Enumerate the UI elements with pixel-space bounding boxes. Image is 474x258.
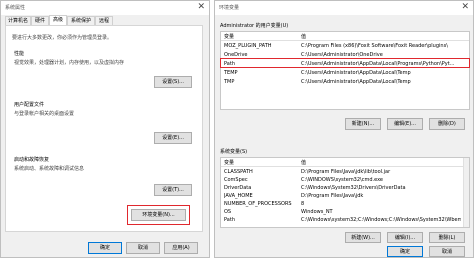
system-properties-titlebar: 系统属性 ✕ bbox=[1, 1, 209, 15]
startup-recovery-description: 系统启动、系统故障和调试信息 bbox=[14, 166, 85, 172]
system-new-button[interactable]: 新建(W)... bbox=[345, 232, 381, 243]
variable-value: Windows_NT bbox=[301, 209, 333, 215]
system-variables-list[interactable]: 变量 值 CLASSPATH D:\Program Files\Java\jdk… bbox=[220, 157, 470, 228]
tab-remote[interactable]: 远程 bbox=[95, 16, 113, 25]
close-icon[interactable]: ✕ bbox=[461, 2, 469, 13]
performance-heading: 性能 bbox=[14, 51, 25, 57]
tab-system-protection[interactable]: 系统保护 bbox=[67, 16, 95, 25]
apply-button[interactable]: 应用(A) bbox=[164, 242, 198, 254]
value-column-header[interactable]: 值 bbox=[301, 33, 306, 40]
performance-description: 视觉效果，处理器计划，内存使用，以及虚拟内存 bbox=[14, 60, 125, 66]
cancel-button[interactable]: 取消 bbox=[126, 242, 160, 254]
variable-name: Path bbox=[224, 217, 235, 223]
variable-name: MOZ_PLUGIN_PATH bbox=[224, 43, 272, 49]
variable-name: DriverData bbox=[224, 185, 252, 191]
variable-value: C:\Users\Administrator\AppData\Local\Tem… bbox=[301, 79, 411, 85]
variable-name: NUMBER_OF_PROCESSORS bbox=[224, 201, 292, 207]
table-row[interactable]: Path C:\Windows\system32;C:\Windows;C:\W… bbox=[221, 216, 464, 224]
value-column-header[interactable]: 值 bbox=[301, 159, 306, 166]
table-row[interactable]: MOZ_PLUGIN_PATH C:\Program Files (x86)\F… bbox=[221, 42, 464, 50]
user-delete-button[interactable]: 删除(D) bbox=[429, 118, 465, 130]
close-icon[interactable]: ✕ bbox=[197, 2, 205, 13]
user-variables-header: 变量 值 bbox=[221, 32, 469, 41]
table-row[interactable]: CLASSPATH D:\Program Files\Java\jdk\lib\… bbox=[221, 168, 464, 176]
variable-value: C:\WINDOWS\system32\cmd.exe bbox=[301, 177, 383, 183]
user-profiles-description: 与登录帐户相关的桌面设置 bbox=[14, 111, 75, 117]
variable-value: D:\Program Files\Java\jdk bbox=[301, 193, 364, 199]
variable-value: C:\Windows\system32;C:\Windows;C:\Window… bbox=[301, 217, 461, 223]
variable-value: 8 bbox=[301, 201, 305, 207]
environment-variables-window: 环境变量 ✕ Administrator 的用户变量(U) 变量 值 MOZ_P… bbox=[214, 0, 474, 258]
variable-column-header[interactable]: 变量 bbox=[224, 33, 234, 40]
ok-button[interactable]: 确定 bbox=[88, 242, 122, 254]
user-variables-list[interactable]: 变量 值 MOZ_PLUGIN_PATH C:\Program Files (x… bbox=[220, 31, 470, 110]
performance-settings-button[interactable]: 设置(S)... bbox=[154, 76, 192, 88]
variable-name: TEMP bbox=[224, 70, 238, 76]
table-row[interactable]: NUMBER_OF_PROCESSORS 8 bbox=[221, 200, 464, 208]
system-variables-label: 系统变量(S) bbox=[220, 149, 248, 155]
user-profiles-heading: 用户配置文件 bbox=[14, 102, 45, 108]
user-profiles-settings-button[interactable]: 设置(E)... bbox=[154, 132, 192, 144]
environment-variables-title: 环境变量 bbox=[219, 5, 240, 11]
tab-advanced[interactable]: 高级 bbox=[49, 15, 67, 25]
variable-value: C:\Windows\System32\Drivers\DriverData bbox=[301, 185, 406, 191]
table-row[interactable]: JAVA_HOME D:\Program Files\Java\jdk bbox=[221, 192, 464, 200]
environment-variables-highlight bbox=[127, 205, 190, 225]
system-edit-button[interactable]: 编辑(I)... bbox=[387, 232, 423, 243]
env-ok-button[interactable]: 确定 bbox=[387, 246, 423, 257]
path-row-highlight bbox=[220, 58, 470, 68]
tab-hardware[interactable]: 硬件 bbox=[31, 16, 49, 25]
user-edit-button[interactable]: 编辑(E)... bbox=[387, 118, 423, 130]
user-variables-label: Administrator 的用户变量(U) bbox=[220, 23, 289, 29]
system-properties-window: 系统属性 ✕ 计算机名 硬件 高级 系统保护 远程 要进行大多数更改，你必须作为… bbox=[0, 0, 210, 258]
advanced-tab-panel: 要进行大多数更改，你必须作为管理员登录。 性能 视觉效果，处理器计划，内存使用，… bbox=[5, 25, 203, 232]
startup-recovery-settings-button[interactable]: 设置(T)... bbox=[154, 184, 192, 196]
variable-value: D:\Program Files\Java\jdk\lib\tool.jar bbox=[301, 169, 391, 175]
variable-value: C:\Program Files (x86)\Foxit Software\Fo… bbox=[301, 43, 448, 49]
table-row[interactable]: TEMP C:\Users\Administrator\AppData\Loca… bbox=[221, 69, 464, 77]
system-delete-button[interactable]: 删除(L) bbox=[429, 232, 465, 243]
user-new-button[interactable]: 新建(N)... bbox=[345, 118, 381, 130]
variable-name: CLASSPATH bbox=[224, 169, 253, 175]
system-variables-header: 变量 值 bbox=[221, 158, 469, 167]
admin-note: 要进行大多数更改，你必须作为管理员登录。 bbox=[12, 35, 113, 41]
environment-variables-titlebar: 环境变量 ✕ bbox=[215, 1, 473, 15]
system-variables-scrollbar[interactable] bbox=[463, 158, 469, 227]
startup-recovery-heading: 启动和故障恢复 bbox=[14, 157, 50, 163]
table-row[interactable]: ComSpec C:\WINDOWS\system32\cmd.exe bbox=[221, 176, 464, 184]
table-row[interactable]: TMP C:\Users\Administrator\AppData\Local… bbox=[221, 78, 464, 86]
variable-name: JAVA_HOME bbox=[224, 193, 253, 199]
variable-name: OS bbox=[224, 209, 232, 215]
table-row[interactable]: OS Windows_NT bbox=[221, 208, 464, 216]
table-row[interactable]: DriverData C:\Windows\System32\Drivers\D… bbox=[221, 184, 464, 192]
variable-value: C:\Users\Administrator\AppData\Local\Tem… bbox=[301, 70, 411, 76]
variable-name: ComSpec bbox=[224, 177, 248, 183]
system-properties-title: 系统属性 bbox=[5, 5, 26, 11]
tab-computer-name[interactable]: 计算机名 bbox=[5, 16, 31, 25]
variable-column-header[interactable]: 变量 bbox=[224, 159, 234, 166]
variable-name: TMP bbox=[224, 79, 235, 85]
env-cancel-button[interactable]: 取消 bbox=[429, 246, 465, 257]
